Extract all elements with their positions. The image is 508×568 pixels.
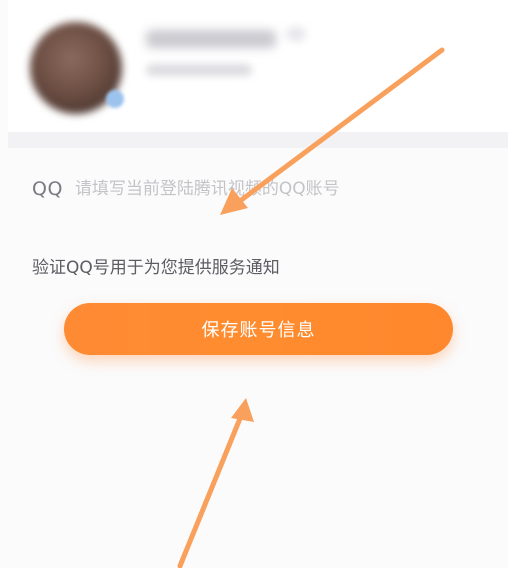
save-account-button[interactable]: 保存账号信息 bbox=[64, 303, 453, 355]
nickname-redacted bbox=[146, 30, 276, 48]
profile-header bbox=[8, 0, 508, 132]
verified-badge-icon bbox=[106, 90, 124, 108]
qq-hint-text: 验证QQ号用于为您提供服务通知 bbox=[32, 258, 280, 278]
qq-field-row: QQ bbox=[32, 174, 435, 204]
arrow-icon bbox=[177, 398, 254, 568]
account-settings-screen: QQ 验证QQ号用于为您提供服务通知 保存账号信息 bbox=[0, 0, 508, 568]
vip-badge-redacted bbox=[286, 26, 306, 42]
section-divider bbox=[8, 132, 508, 148]
account-info-redacted bbox=[146, 64, 252, 76]
qq-number-input[interactable] bbox=[74, 179, 435, 199]
qq-label: QQ bbox=[32, 178, 63, 200]
